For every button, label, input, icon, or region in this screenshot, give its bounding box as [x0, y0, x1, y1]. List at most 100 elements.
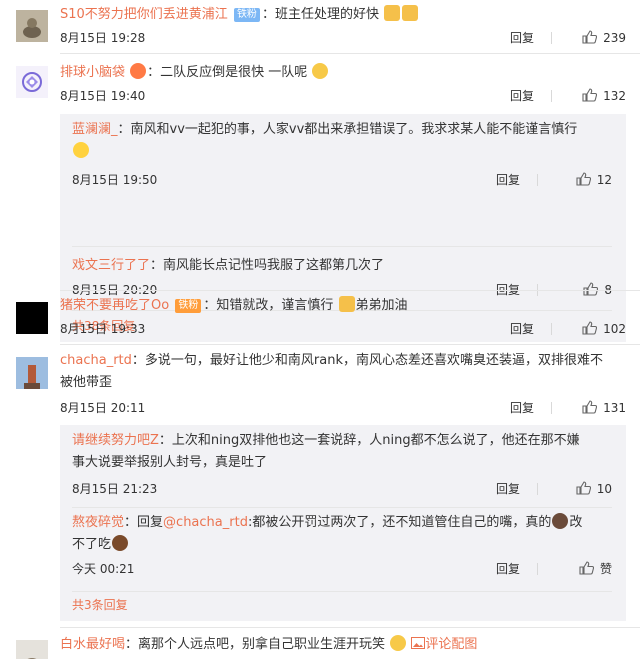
comment-meta: 8月15日 20:11 回复 131	[60, 398, 626, 418]
thumbs-up-icon	[576, 481, 591, 495]
reply-button[interactable]: 回复	[510, 398, 534, 418]
comment-image-link[interactable]: 评论配图	[411, 637, 477, 652]
divider	[60, 344, 640, 345]
like-count: 239	[603, 31, 626, 45]
username[interactable]: 排球小脑袋	[60, 65, 125, 80]
avatar[interactable]	[16, 640, 48, 659]
reply-username[interactable]: 戏文三行了了	[72, 258, 150, 273]
divider	[60, 290, 640, 291]
reply-text: 南风能长点记性吗我服了这都第几次了	[163, 258, 385, 273]
reply-prefix: 回复	[137, 515, 164, 530]
thumbs-up-icon	[582, 30, 598, 44]
comment-text: 离那个人远点吧，别拿自己职业生涯开玩笑	[138, 637, 386, 652]
fan-badge[interactable]: 铁粉	[233, 8, 260, 22]
reply-text-line: 蓝澜澜_：南风和vv一起犯的事，人家vv都出来承担错误了。我求求某人能不能谨言慎…	[72, 122, 578, 137]
reply-time: 8月15日 19:50	[72, 173, 158, 187]
chick-emoji-icon	[73, 142, 89, 158]
username[interactable]: 猪荣不要再吃了Oo	[60, 298, 169, 313]
poop-emoji-icon	[112, 535, 129, 551]
comment-text-line-2: 被他带歪	[60, 373, 628, 393]
divider	[537, 174, 538, 186]
reply-button[interactable]: 回复	[510, 319, 534, 339]
reply-meta: 8月15日 19:50 回复 12	[72, 170, 612, 190]
reply-username[interactable]: 请继续努力吧Z	[72, 433, 159, 448]
reply-text: 南风和vv一起犯的事，人家vv都出来承担错误了。我求求某人能不能谨言慎行	[130, 122, 578, 137]
image-icon	[411, 637, 426, 649]
like-count: 赞	[599, 562, 612, 576]
fan-badge[interactable]: 铁粉	[175, 299, 202, 313]
reply-username[interactable]: 熬夜碎觉	[72, 515, 124, 530]
divider	[551, 402, 552, 414]
reply-time: 今天 00:21	[72, 562, 135, 576]
reply-list: 请继续努力吧Z：上次和ning双排他也这一套说辞，人ning都不怎么说了，他还在…	[60, 425, 626, 621]
avatar[interactable]	[16, 357, 48, 389]
reply-username[interactable]: 蓝澜澜_	[72, 122, 118, 137]
reply-text: 上次和ning双排他也这一套说辞，人ning都不怎么说了，他还在那不嫌	[171, 433, 580, 448]
thumbs-up-icon	[576, 172, 591, 186]
comment-text-line: 白水最好喝：离那个人远点吧，别拿自己职业生涯开玩笑 评论配图	[60, 635, 478, 652]
avatar-image-icon	[16, 66, 48, 98]
smirk-emoji-icon	[312, 63, 329, 79]
comment-time: 8月15日 19:28	[60, 31, 146, 45]
reply-text-line: 戏文三行了了：南风能长点记性吗我服了这都第几次了	[72, 258, 385, 273]
comment-image-label: 评论配图	[425, 637, 478, 652]
like-count: 132	[603, 89, 626, 103]
comment-text-line: 猪荣不要再吃了Oo 铁粉 ：知错就改，谨言慎行 弟弟加油	[60, 296, 408, 313]
divider	[60, 627, 640, 628]
divider	[551, 323, 552, 335]
comment-meta: 8月15日 19:33 回复 102	[60, 319, 626, 339]
comment-text: 多说一句，最好让他少和南风rank，南风心态差还喜欢嘴臭还装逼，双排很难不	[144, 353, 604, 368]
avatar-image-icon	[16, 357, 48, 389]
like-button[interactable]: 131	[560, 398, 626, 418]
reply-text-line-2: 事大说要举报别人封号，真是吐了	[72, 453, 612, 473]
more-replies-link[interactable]: 共3条回复	[72, 595, 128, 615]
divider	[537, 483, 538, 495]
divider	[551, 90, 552, 102]
thumbs-up-icon	[582, 321, 598, 335]
thumbs-up-emoji-icon	[402, 5, 419, 21]
like-button[interactable]: 12	[546, 170, 612, 190]
mention-link[interactable]: @chacha_rtd	[163, 515, 248, 530]
comment-meta: 8月15日 19:40 回复 132	[60, 86, 626, 106]
like-button[interactable]: 赞	[546, 559, 612, 579]
avatar[interactable]	[16, 302, 48, 334]
comment-text-2: 弟弟加油	[355, 298, 408, 313]
reply-meta: 今天 00:21 回复 赞	[72, 559, 612, 579]
comment-text-line: 排球小脑袋 ：二队反应倒是很快 一队呢	[60, 63, 628, 83]
comment-time: 8月15日 19:33	[60, 322, 146, 336]
thumbs-up-icon	[582, 400, 598, 414]
reply-button[interactable]: 回复	[510, 28, 534, 48]
reply-button[interactable]: 回复	[496, 559, 520, 579]
like-button[interactable]: 239	[560, 28, 626, 48]
like-count: 131	[603, 401, 626, 415]
like-count: 102	[603, 322, 626, 336]
comment-time: 8月15日 19:40	[60, 89, 146, 103]
like-count: 12	[596, 173, 612, 187]
username[interactable]: chacha_rtd	[60, 353, 132, 368]
comment-text: 知错就改，谨言慎行	[216, 298, 334, 313]
divider	[60, 53, 640, 54]
like-button[interactable]: 132	[560, 86, 626, 106]
reply-text: :都被公开罚过两次了，还不知道管住自己的嘴，真的	[247, 515, 552, 530]
like-button[interactable]: 102	[560, 319, 626, 339]
reply-time: 8月15日 21:23	[72, 482, 158, 496]
comment-meta: 8月15日 19:28 回复 239	[60, 28, 626, 48]
reply-button[interactable]: 回复	[496, 170, 520, 190]
reply-button[interactable]: 回复	[510, 86, 534, 106]
reply-button[interactable]: 回复	[496, 479, 520, 499]
reply-text-2: 事大说要举报别人封号，真是吐了	[72, 455, 268, 470]
username[interactable]: 白水最好喝	[60, 637, 125, 652]
avatar[interactable]	[16, 66, 48, 98]
like-count: 10	[596, 482, 612, 496]
avatar-image-icon	[16, 640, 48, 659]
username[interactable]: S10不努力把你们丢进黄浦江	[60, 7, 228, 22]
thumbs-up-emoji-icon	[338, 296, 355, 312]
reply-text-line-2	[72, 142, 612, 162]
divider	[72, 507, 612, 508]
like-button[interactable]: 10	[546, 479, 612, 499]
face-emoji-icon	[552, 513, 569, 529]
thumbs-up-icon	[579, 561, 594, 575]
comment-text: 班主任处理的好快	[274, 7, 379, 22]
reply-text-line: 请继续努力吧Z：上次和ning双排他也这一套说辞，人ning都不怎么说了，他还在…	[72, 433, 580, 448]
avatar[interactable]	[16, 10, 48, 42]
